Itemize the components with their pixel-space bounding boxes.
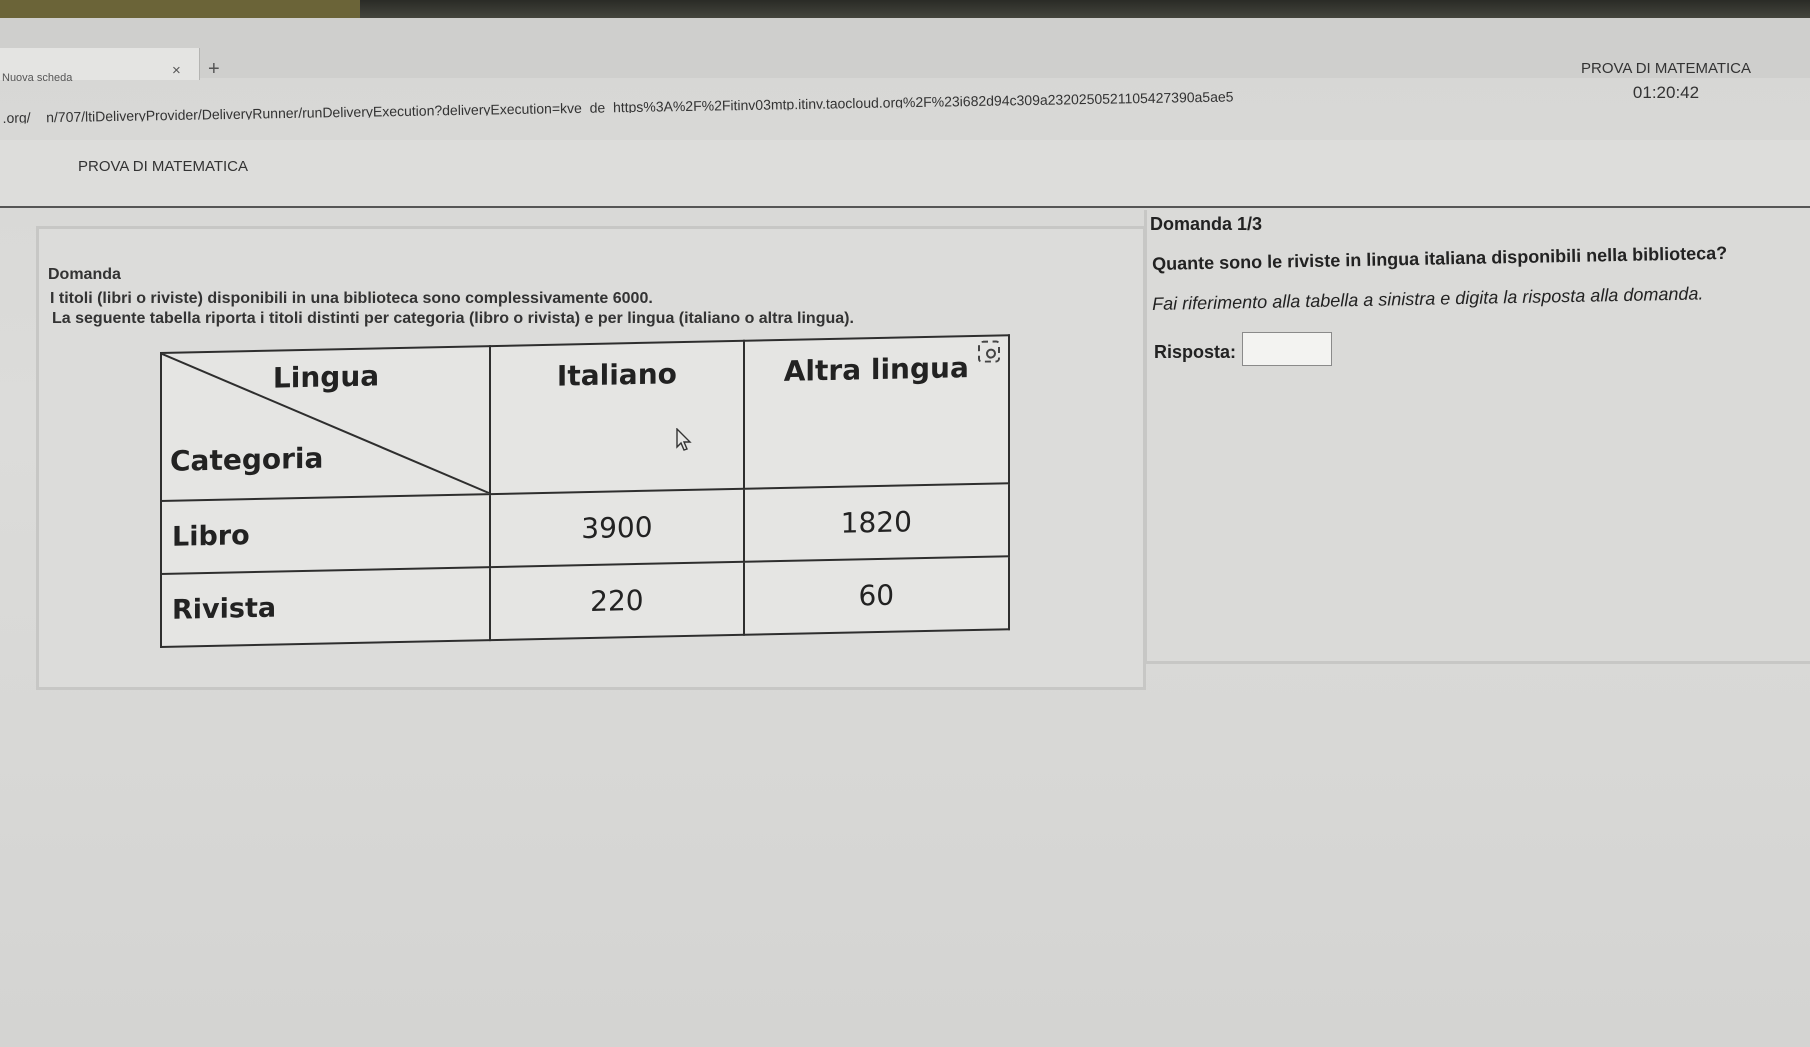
exam-header: PROVA DI MATEMATICA 01:20:42 <box>1546 60 1786 103</box>
table-header-row: Lingua Categoria Italiano Altra lingua <box>161 335 1009 501</box>
cell-rivista-italiano: 220 <box>490 561 744 641</box>
page-header <box>0 140 1810 208</box>
cell-libro-italiano: 3900 <box>490 488 744 568</box>
cell-libro-altra-lingua: 1820 <box>743 483 1009 562</box>
corner-label-categoria: Categoria <box>170 441 324 478</box>
column-header-altra-lingua-label: Altra lingua <box>783 351 969 388</box>
monitor-bezel-accent <box>0 0 360 20</box>
column-header-italiano: Italiano <box>490 340 744 495</box>
row-label-libro: Libro <box>161 494 491 574</box>
corner-label-lingua: Lingua <box>272 359 380 395</box>
focus-frame-icon[interactable] <box>978 340 1000 363</box>
tab-close-icon[interactable]: × <box>172 62 181 79</box>
exam-title: PROVA DI MATEMATICA <box>1580 60 1752 77</box>
column-header-altra-lingua: Altra lingua <box>743 335 1009 489</box>
table-corner-cell: Lingua Categoria <box>161 346 491 501</box>
browser-tab[interactable]: Nuova scheda <box>0 48 200 84</box>
exam-timer: 01:20:42 <box>1632 83 1700 102</box>
question-counter: Domanda 1/3 <box>1150 214 1263 234</box>
stimulus-text-line-2: La seguente tabella riporta i titoli dis… <box>52 310 854 327</box>
question-panel <box>1144 210 1810 664</box>
stimulus-text-line-1: I titoli (libri o riviste) disponibili i… <box>50 290 653 307</box>
answer-label: Risposta: <box>1154 342 1237 362</box>
new-tab-button[interactable]: + <box>208 58 220 81</box>
page-title: PROVA DI MATEMATICA <box>78 158 249 175</box>
data-table: Lingua Categoria Italiano Altra lingua L… <box>160 334 1010 648</box>
answer-input[interactable] <box>1242 332 1332 366</box>
stimulus-label: Domanda <box>48 266 121 283</box>
row-label-rivista: Rivista <box>161 567 491 647</box>
cell-rivista-altra-lingua: 60 <box>743 556 1009 635</box>
